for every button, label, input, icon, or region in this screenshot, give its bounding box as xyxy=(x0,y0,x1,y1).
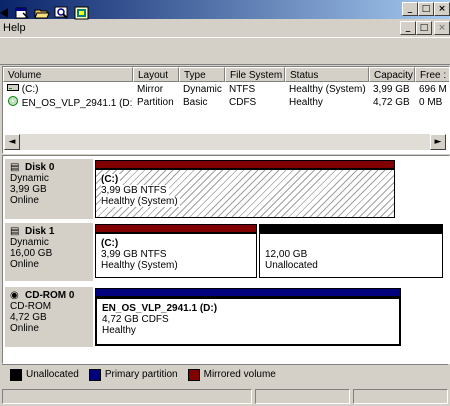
restore-button[interactable]: □ xyxy=(418,2,434,16)
column-header-file-system[interactable]: File System xyxy=(225,67,285,82)
legend-label-primary: Primary partition xyxy=(104,369,178,380)
horizontal-scrollbar[interactable]: ◄ ► xyxy=(4,134,446,150)
help-icon[interactable] xyxy=(74,6,90,20)
status-cell: Healthy xyxy=(289,97,323,108)
legend: Unallocated Primary partition Mirrored v… xyxy=(2,364,448,384)
column-header-status[interactable]: Status xyxy=(285,67,369,82)
legend-label-mirrored: Mirrored volume xyxy=(203,369,276,380)
volume-cell: EN_OS_VLP_2941.1 (D:) xyxy=(3,96,133,109)
free-space-cell: 0 MB xyxy=(419,97,443,108)
volume-name: EN_OS_VLP_2941.1 (D:) xyxy=(21,98,133,109)
column-header-free[interactable]: Free : xyxy=(415,67,449,82)
partition-title: (C:) xyxy=(101,174,119,185)
cdrom-0-label[interactable]: ◉ CD-ROM 0 CD-ROM 4,72 GB Online xyxy=(5,287,93,347)
open-folder-icon[interactable] xyxy=(34,6,50,20)
disk-name: Disk 0 xyxy=(25,162,55,173)
minimize-button[interactable]: _ xyxy=(402,2,418,16)
mdi-close-button[interactable]: × xyxy=(434,21,450,35)
type-cell: Basic xyxy=(183,97,208,108)
scroll-right-button[interactable]: ► xyxy=(430,134,446,150)
partition-status: Healthy xyxy=(102,325,136,336)
disk-state: Online xyxy=(10,195,39,206)
disk-type: Dynamic xyxy=(10,237,49,248)
disk-state: Online xyxy=(10,259,39,270)
column-header-type[interactable]: Type xyxy=(179,67,225,82)
volume-cell: (C:) xyxy=(3,83,133,96)
close-button[interactable]: × xyxy=(434,2,450,16)
status-panel xyxy=(2,389,252,404)
legend-swatch-mirrored xyxy=(187,368,200,381)
status-cell: Healthy (System) xyxy=(289,84,366,95)
legend-swatch-unallocated xyxy=(10,368,22,381)
disk-icon: ▤ xyxy=(10,162,20,173)
partition-d-cdrom[interactable]: EN_OS_VLP_2941.1 (D:) 4,72 GB CDFS Healt… xyxy=(95,288,401,346)
partition-title: (C:) xyxy=(101,238,119,249)
unallocated-space-disk1[interactable]: 12,00 GB Unallocated xyxy=(259,224,443,278)
disk-type: CD-ROM xyxy=(10,301,52,312)
legend-label-unallocated: Unallocated xyxy=(26,369,79,380)
column-header-layout[interactable]: Layout xyxy=(133,67,179,82)
disk-size: 3,99 GB xyxy=(10,184,47,195)
mirrored-volume-strip xyxy=(95,160,395,169)
cdrom-icon: ◉ xyxy=(10,290,19,301)
legend-swatch-primary xyxy=(88,368,101,381)
disk-size: 16,00 GB xyxy=(10,248,53,259)
column-header-volume[interactable]: Volume xyxy=(3,67,133,82)
partition-c-disk0[interactable]: (C:) 3,99 GB NTFS Healthy (System) xyxy=(95,160,395,218)
mdi-minimize-button[interactable]: _ xyxy=(400,21,416,35)
menu-bar xyxy=(0,19,450,37)
zoom-icon[interactable] xyxy=(54,6,70,20)
disk-type: Dynamic xyxy=(10,173,49,184)
disk-1-label[interactable]: ▤ Disk 1 Dynamic 16,00 GB Online xyxy=(5,223,93,281)
disk-size: 4,72 GB xyxy=(10,312,47,323)
partition-detail: 12,00 GB xyxy=(265,249,308,260)
partition-detail: 3,99 GB NTFS xyxy=(101,249,167,260)
toolbar xyxy=(0,37,450,65)
partition-c-disk1[interactable]: (C:) 3,99 GB NTFS Healthy (System) xyxy=(95,224,257,278)
volume-name: (C:) xyxy=(21,84,39,95)
disk-0-label[interactable]: ▤ Disk 0 Dynamic 3,99 GB Online xyxy=(5,159,93,219)
drive-icon xyxy=(7,84,19,95)
cdrom-icon xyxy=(7,96,19,109)
disk-graphical-view: ▤ Disk 0 Dynamic 3,99 GB Online (C:) 3,99… xyxy=(2,155,450,364)
table-row[interactable]: EN_OS_VLP_2941.1 (D:) Partition Basic CD… xyxy=(3,96,449,109)
layout-cell: Partition xyxy=(137,97,174,108)
status-panel xyxy=(353,389,448,404)
disk-name: Disk 1 xyxy=(25,226,55,237)
layout-cell: Mirror xyxy=(137,84,164,95)
mdi-restore-button[interactable]: □ xyxy=(416,21,432,35)
partition-status: Unallocated xyxy=(265,260,318,271)
menu-help[interactable]: Help xyxy=(3,22,26,34)
status-panel xyxy=(255,389,350,404)
partition-detail: 4,72 GB CDFS xyxy=(102,314,169,325)
mirrored-volume-strip xyxy=(95,224,257,233)
disk-state: Online xyxy=(10,323,39,334)
file-system-cell: NTFS xyxy=(229,84,256,95)
scroll-left-button[interactable]: ◄ xyxy=(4,134,20,150)
disk-icon: ▤ xyxy=(10,226,20,237)
left-arrow-icon[interactable] xyxy=(0,6,12,20)
partition-title: EN_OS_VLP_2941.1 (D:) xyxy=(102,303,218,314)
file-system-cell: CDFS xyxy=(229,97,257,108)
disk-name: CD-ROM 0 xyxy=(25,290,75,301)
primary-partition-strip xyxy=(95,288,401,297)
table-row[interactable]: (C:) Mirror Dynamic NTFS Healthy (System… xyxy=(3,83,449,96)
unallocated-strip xyxy=(259,224,443,233)
free-space-cell: 696 M xyxy=(419,84,447,95)
properties-icon[interactable] xyxy=(14,6,30,20)
capacity-cell: 4,72 GB xyxy=(373,97,410,108)
partition-status: Healthy (System) xyxy=(101,260,178,271)
type-cell: Dynamic xyxy=(183,84,222,95)
partition-detail: 3,99 GB NTFS xyxy=(101,185,169,196)
status-bar xyxy=(0,386,450,406)
partition-status: Healthy (System) xyxy=(101,196,180,207)
column-header-capacity[interactable]: Capacity xyxy=(369,67,415,82)
capacity-cell: 3,99 GB xyxy=(373,84,410,95)
